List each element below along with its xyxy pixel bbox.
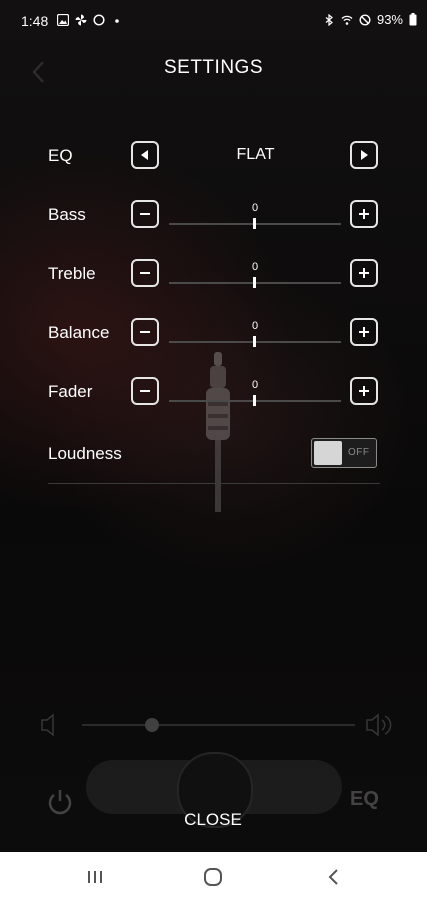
loudness-label: Loudness: [48, 444, 122, 463]
loudness-row: Loudness OFF: [48, 436, 380, 472]
eq-value: FLAT: [236, 146, 275, 163]
treble-decrease-button[interactable]: [131, 259, 159, 287]
background-eq-label: EQ: [350, 788, 379, 810]
fader-slider[interactable]: 0: [169, 377, 341, 407]
triangle-right-icon: [361, 150, 368, 160]
fader-label: Fader: [48, 382, 93, 401]
treble-row: Treble 0: [48, 256, 380, 292]
bass-decrease-button[interactable]: [131, 200, 159, 228]
balance-slider-knob[interactable]: [253, 336, 256, 347]
plus-icon: [359, 386, 369, 396]
balance-value: 0: [251, 320, 259, 332]
eq-row: EQ FLAT: [48, 138, 380, 174]
divider: [48, 483, 380, 484]
treble-slider-knob[interactable]: [253, 277, 256, 288]
status-left-icons: [57, 14, 123, 26]
bluetooth-icon: [325, 13, 333, 26]
wifi-icon: [341, 15, 353, 25]
pinwheel-icon: [75, 14, 87, 26]
status-time: 1:48: [21, 13, 49, 29]
treble-label: Treble: [48, 264, 96, 283]
bass-row: Bass 0: [48, 197, 380, 233]
plus-icon: [359, 268, 369, 278]
back-icon[interactable]: [318, 866, 348, 888]
minus-icon: [140, 390, 150, 392]
treble-increase-button[interactable]: [350, 259, 378, 287]
image-icon: [57, 14, 69, 26]
status-bar: 1:48 93%: [0, 0, 427, 44]
balance-label: Balance: [48, 323, 110, 342]
navigation-bar: [0, 852, 427, 900]
fader-increase-button[interactable]: [350, 377, 378, 405]
bass-slider-knob[interactable]: [253, 218, 256, 229]
home-icon[interactable]: [198, 866, 228, 888]
dot-icon: [115, 19, 119, 23]
treble-value: 0: [251, 261, 259, 273]
power-icon: [48, 790, 72, 815]
bass-increase-button[interactable]: [350, 200, 378, 228]
fader-value: 0: [251, 379, 259, 391]
background-volume-slider: [41, 713, 392, 737]
balance-increase-button[interactable]: [350, 318, 378, 346]
eq-prev-button[interactable]: [131, 141, 159, 169]
bass-label: Bass: [48, 205, 86, 224]
bass-value: 0: [251, 202, 259, 214]
eq-next-button[interactable]: [350, 141, 378, 169]
battery-percent: 93%: [376, 12, 403, 27]
recent-apps-icon[interactable]: [80, 866, 110, 888]
minus-icon: [140, 213, 150, 215]
loudness-toggle-state: OFF: [348, 447, 370, 458]
eq-label: EQ: [48, 146, 73, 165]
treble-slider[interactable]: 0: [169, 259, 341, 289]
bass-slider[interactable]: 0: [169, 200, 341, 230]
fader-row: Fader 0: [48, 374, 380, 410]
minus-icon: [140, 331, 150, 333]
fader-decrease-button[interactable]: [131, 377, 159, 405]
loudness-toggle[interactable]: OFF: [311, 438, 377, 468]
triangle-left-icon: [141, 150, 148, 160]
page-title: SETTINGS: [163, 57, 263, 78]
loudness-toggle-thumb: [314, 441, 342, 465]
plus-icon: [359, 209, 369, 219]
plus-icon: [359, 327, 369, 337]
balance-decrease-button[interactable]: [131, 318, 159, 346]
battery-icon: [409, 13, 417, 26]
close-button[interactable]: CLOSE: [163, 810, 263, 836]
do-not-disturb-icon: [359, 13, 371, 26]
balance-row: Balance 0: [48, 315, 380, 351]
fader-slider-knob[interactable]: [253, 395, 256, 406]
circle-icon: [93, 14, 105, 26]
minus-icon: [140, 272, 150, 274]
screen: 1:48 93% SETTINGS EQ EQ FLAT Bass 0 Treb…: [0, 0, 427, 852]
status-right: 93%: [323, 12, 417, 27]
balance-slider[interactable]: 0: [169, 318, 341, 348]
